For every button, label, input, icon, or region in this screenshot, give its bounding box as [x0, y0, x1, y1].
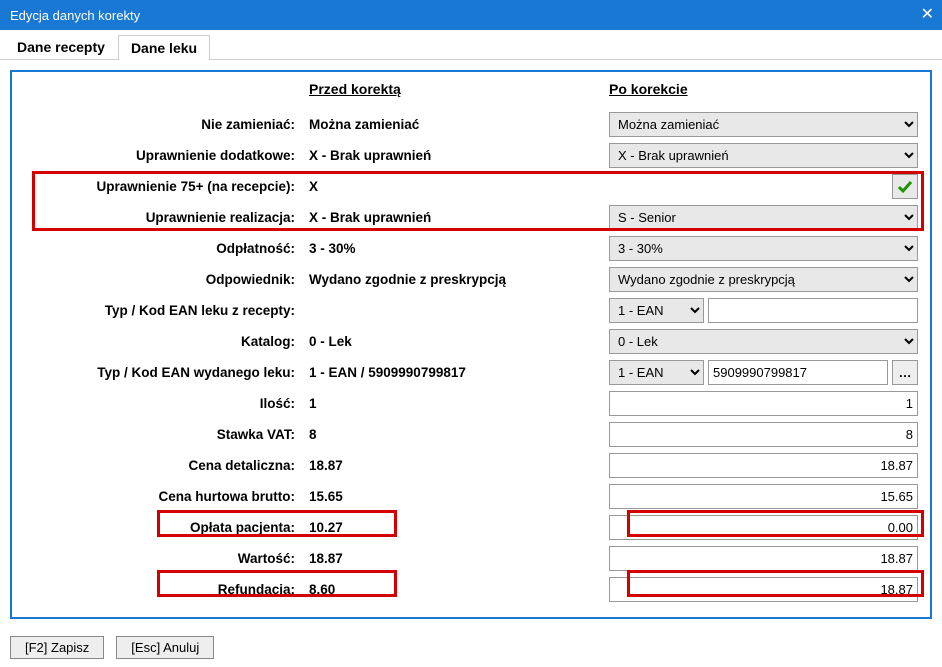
check-upr-75[interactable]: [892, 174, 918, 199]
before-typ-ean-wydany: 1 - EAN / 5909990799817: [303, 357, 603, 388]
before-nie-zamieniac: Można zamieniać: [303, 109, 603, 140]
close-icon[interactable]: ✕: [921, 7, 934, 23]
before-upr-dodatkowe: X - Brak uprawnień: [303, 140, 603, 171]
label-vat: Stawka VAT:: [18, 419, 303, 450]
select-nie-zamieniac[interactable]: Można zamieniać: [609, 112, 918, 137]
before-katalog: 0 - Lek: [303, 326, 603, 357]
label-upr-75: Uprawnienie 75+ (na recepcie):: [18, 171, 303, 202]
select-odpowiednik[interactable]: Wydano zgodnie z preskrypcją: [609, 267, 918, 292]
before-odplatnosc: 3 - 30%: [303, 233, 603, 264]
before-odpowiednik: Wydano zgodnie z preskrypcją: [303, 264, 603, 295]
before-cena-hurt: 15.65: [303, 481, 603, 512]
input-cena-hurt[interactable]: [609, 484, 918, 509]
input-cena-det[interactable]: [609, 453, 918, 478]
label-cena-det: Cena detaliczna:: [18, 450, 303, 481]
before-upr-75: X: [303, 171, 603, 202]
before-vat: 8: [303, 419, 603, 450]
browse-ean-button[interactable]: …: [892, 360, 918, 385]
tabs: Dane recepty Dane leku: [0, 30, 942, 60]
highlight-box-2a: [157, 510, 397, 537]
highlight-box-3b: [627, 570, 924, 597]
label-typ-ean-wydany: Typ / Kod EAN wydanego leku:: [18, 357, 303, 388]
select-odplatnosc[interactable]: 3 - 30%: [609, 236, 918, 261]
form-panel: Przed korektą Po korekcie Nie zamieniać:…: [10, 70, 932, 619]
footer: [F2] Zapisz [Esc] Anuluj: [10, 636, 214, 659]
tab-dane-leku[interactable]: Dane leku: [118, 35, 210, 60]
window-title: Edycja danych korekty: [10, 8, 140, 23]
label-cena-hurt: Cena hurtowa brutto:: [18, 481, 303, 512]
select-katalog[interactable]: 0 - Lek: [609, 329, 918, 354]
label-ilosc: Ilość:: [18, 388, 303, 419]
label-odplatnosc: Odpłatność:: [18, 233, 303, 264]
highlight-box-3a: [157, 570, 397, 597]
before-cena-det: 18.87: [303, 450, 603, 481]
label-odpowiednik: Odpowiednik:: [18, 264, 303, 295]
cancel-button[interactable]: [Esc] Anuluj: [116, 636, 214, 659]
input-ean-recepty[interactable]: [708, 298, 918, 323]
label-upr-dodatkowe: Uprawnienie dodatkowe:: [18, 140, 303, 171]
input-vat[interactable]: [609, 422, 918, 447]
titlebar: Edycja danych korekty ✕: [0, 0, 942, 30]
input-ean-wydany[interactable]: [708, 360, 888, 385]
label-katalog: Katalog:: [18, 326, 303, 357]
before-ilosc: 1: [303, 388, 603, 419]
header-after: Po korekcie: [603, 78, 924, 109]
checkmark-icon: [897, 179, 913, 195]
before-typ-ean-recepty: [303, 295, 603, 326]
input-ilosc[interactable]: [609, 391, 918, 416]
select-typ-ean-wydany[interactable]: 1 - EAN: [609, 360, 704, 385]
before-upr-realizacja: X - Brak uprawnień: [303, 202, 603, 233]
label-typ-ean-recepty: Typ / Kod EAN leku z recepty:: [18, 295, 303, 326]
select-upr-realizacja[interactable]: S - Senior: [609, 205, 918, 230]
label-nie-zamieniac: Nie zamieniać:: [18, 109, 303, 140]
header-before: Przed korektą: [303, 78, 603, 109]
tab-dane-recepty[interactable]: Dane recepty: [4, 34, 118, 59]
input-wartosc[interactable]: [609, 546, 918, 571]
select-upr-dodatkowe[interactable]: X - Brak uprawnień: [609, 143, 918, 168]
label-upr-realizacja: Uprawnienie realizacja:: [18, 202, 303, 233]
select-typ-ean-recepty[interactable]: 1 - EAN: [609, 298, 704, 323]
highlight-box-2b: [627, 510, 924, 537]
save-button[interactable]: [F2] Zapisz: [10, 636, 104, 659]
